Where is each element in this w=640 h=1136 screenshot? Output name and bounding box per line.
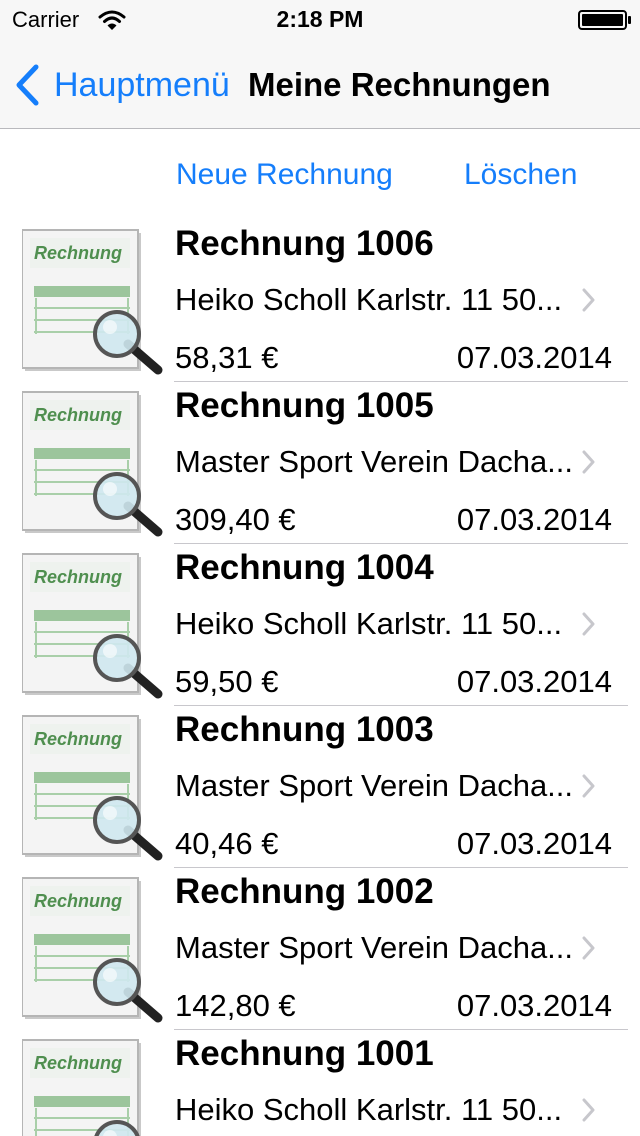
invoice-customer: Master Sport Verein Dacha... bbox=[175, 930, 574, 965]
disclosure-chevron-icon bbox=[582, 1098, 595, 1122]
invoice-amount: 59,50 € bbox=[175, 664, 279, 699]
invoice-document-icon: Rechnung bbox=[22, 391, 163, 537]
invoice-row[interactable]: Rechnung Rechnung 1003 Master Sport Vere… bbox=[0, 706, 640, 868]
invoice-title: Rechnung 1006 bbox=[175, 224, 434, 263]
back-chevron-icon bbox=[16, 64, 39, 106]
invoice-title: Rechnung 1003 bbox=[175, 710, 434, 749]
invoice-amount: 142,80 € bbox=[175, 988, 296, 1023]
disclosure-chevron-icon bbox=[582, 612, 595, 636]
invoice-document-icon: Rechnung bbox=[22, 715, 163, 861]
back-button[interactable]: Hauptmenü bbox=[14, 62, 230, 108]
disclosure-chevron-icon bbox=[582, 450, 595, 474]
invoice-date: 07.03.2014 bbox=[456, 502, 612, 537]
invoice-title: Rechnung 1005 bbox=[175, 386, 434, 425]
svg-text:Rechnung: Rechnung bbox=[34, 243, 122, 263]
disclosure-chevron-icon bbox=[582, 774, 595, 798]
invoice-row[interactable]: Rechnung Rechnung 1004 Heiko Scholl Karl… bbox=[0, 544, 640, 706]
invoice-date: 07.03.2014 bbox=[456, 340, 612, 375]
invoice-row[interactable]: Rechnung Rechnung 1001 Heiko Scholl Karl… bbox=[0, 1030, 640, 1136]
svg-text:Rechnung: Rechnung bbox=[34, 891, 122, 911]
invoice-document-icon: Rechnung bbox=[22, 1039, 141, 1136]
battery-icon bbox=[578, 10, 631, 30]
invoice-document-icon: Rechnung bbox=[22, 229, 163, 375]
svg-text:Rechnung: Rechnung bbox=[34, 729, 122, 749]
invoice-amount: 40,46 € bbox=[175, 826, 279, 861]
invoice-customer: Heiko Scholl Karlstr. 11 50... bbox=[175, 606, 563, 641]
disclosure-chevron-icon bbox=[582, 288, 595, 312]
invoice-title: Rechnung 1001 bbox=[175, 1034, 434, 1073]
invoice-customer: Heiko Scholl Karlstr. 11 50... bbox=[175, 282, 563, 317]
svg-text:Rechnung: Rechnung bbox=[34, 405, 122, 425]
svg-text:Rechnung: Rechnung bbox=[34, 1053, 122, 1073]
invoice-row[interactable]: Rechnung Rechnung 1005 Master Sport Vere… bbox=[0, 382, 640, 544]
invoice-customer: Master Sport Verein Dacha... bbox=[175, 444, 574, 479]
delete-button[interactable]: Löschen bbox=[464, 158, 577, 192]
invoice-row[interactable]: Rechnung Rechnung 1006 Heiko Scholl Karl… bbox=[0, 220, 640, 382]
invoice-amount: 309,40 € bbox=[175, 502, 296, 537]
status-time: 2:18 PM bbox=[276, 6, 364, 32]
status-bar: Carrier 2:18 PM bbox=[0, 0, 640, 40]
invoice-date: 07.03.2014 bbox=[456, 664, 612, 699]
invoice-date: 07.03.2014 bbox=[456, 988, 612, 1023]
new-invoice-button[interactable]: Neue Rechnung bbox=[176, 158, 393, 192]
invoice-document-icon: Rechnung bbox=[22, 553, 163, 699]
invoice-row[interactable]: Rechnung Rechnung 1002 Master Sport Vere… bbox=[0, 868, 640, 1030]
invoice-list: Rechnung Rechnung 1006 Heiko Scholl Karl… bbox=[0, 220, 640, 1136]
screen: Carrier 2:18 PM Hauptmenü Meine Rechnung… bbox=[0, 0, 640, 1136]
svg-text:Rechnung: Rechnung bbox=[34, 567, 122, 587]
invoice-customer: Heiko Scholl Karlstr. 11 50... bbox=[175, 1092, 563, 1127]
invoice-customer: Master Sport Verein Dacha... bbox=[175, 768, 574, 803]
disclosure-chevron-icon bbox=[582, 936, 595, 960]
invoice-title: Rechnung 1004 bbox=[175, 548, 434, 587]
invoice-title: Rechnung 1002 bbox=[175, 872, 434, 911]
invoice-document-icon: Rechnung bbox=[22, 877, 163, 1023]
page-title: Meine Rechnungen bbox=[248, 66, 551, 103]
back-button-label: Hauptmenü bbox=[54, 65, 230, 104]
navigation-bar: Carrier 2:18 PM Hauptmenü Meine Rechnung… bbox=[0, 0, 640, 129]
invoice-date: 07.03.2014 bbox=[456, 826, 612, 861]
invoice-amount: 58,31 € bbox=[175, 340, 279, 375]
